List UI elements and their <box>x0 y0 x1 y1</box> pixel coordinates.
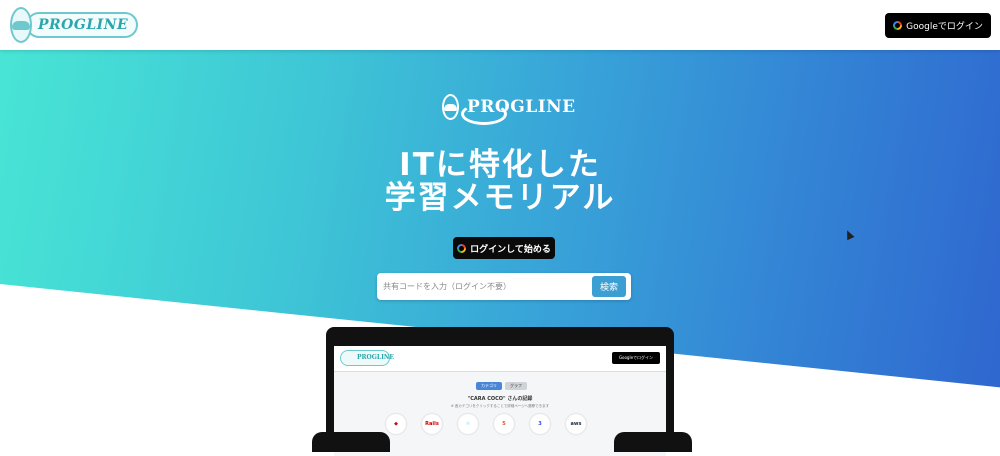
google-icon <box>457 243 467 253</box>
hero-logo-text: PROGLINE <box>461 97 576 125</box>
hero-logo-badge-icon <box>442 94 459 120</box>
logo-badge-icon <box>10 7 32 43</box>
mockup-tab-graph: グラフ <box>505 382 527 390</box>
login-start-button[interactable]: ログインして始める <box>453 237 555 259</box>
react-icon: ⚛ <box>458 414 478 434</box>
login-start-label: ログインして始める <box>470 244 551 255</box>
phone-mockup-left <box>312 432 390 452</box>
mockup-login-button: Googleでログイン <box>612 352 660 364</box>
share-code-input[interactable] <box>383 277 583 296</box>
mockup-title: "CARA COCO" さんの記録 <box>467 396 533 402</box>
mockup-category-icons: ◆ Rails ⚛ 5 3 aws <box>386 414 586 434</box>
hero-logo: PROGLINE <box>442 90 575 125</box>
hero-headline-line2: 学習メモリアル <box>384 180 616 216</box>
aws-icon: aws <box>566 414 586 434</box>
google-login-label: Googleでログイン <box>906 22 983 32</box>
css3-icon: 3 <box>530 414 550 434</box>
logo-text: PROGLINE <box>26 12 139 38</box>
ruby-icon: ◆ <box>386 414 406 434</box>
hero-headline-line1: ITに特化した <box>399 147 601 183</box>
html5-icon: 5 <box>494 414 514 434</box>
mockup-header: PROGLINE Googleでログイン <box>334 346 666 372</box>
search-button[interactable]: 検索 <box>592 276 626 297</box>
google-icon <box>893 21 903 30</box>
phone-mockup-right <box>614 432 692 452</box>
mockup-tabs: カテゴリ グラフ <box>476 382 527 390</box>
site-logo[interactable]: PROGLINE <box>10 6 139 44</box>
laptop-mockup: PROGLINE Googleでログイン カテゴリ グラフ "CARA COCO… <box>326 327 674 456</box>
google-login-button[interactable]: Googleでログイン <box>885 13 991 38</box>
site-header: PROGLINE Googleでログイン <box>0 0 1000 50</box>
rails-icon: Rails <box>422 414 442 434</box>
mockup-tab-category: カテゴリ <box>476 382 502 390</box>
mockup-subtitle: ※ 各カテゴリをクリックすることで詳細ページへ遷移できます <box>450 404 550 408</box>
mockup-logo: PROGLINE <box>340 350 394 366</box>
share-code-search: 検索 <box>377 273 631 300</box>
